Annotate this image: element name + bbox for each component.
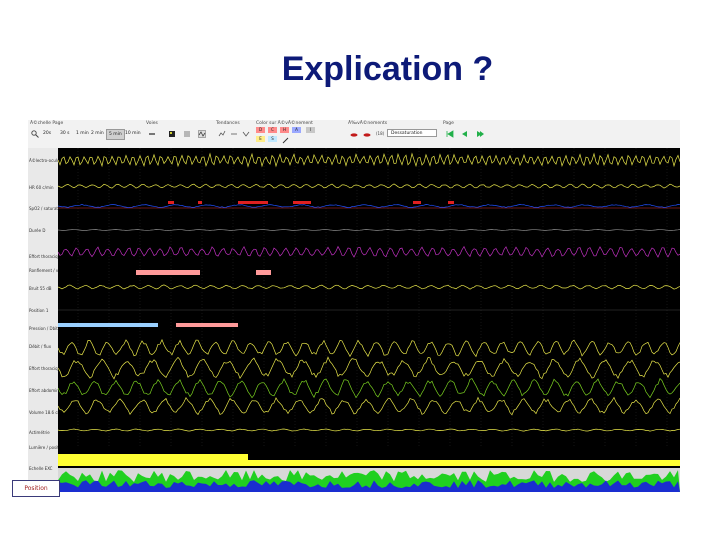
event-color-swatch-5[interactable]: I: [306, 127, 315, 133]
channels-color-icon[interactable]: [168, 130, 176, 138]
group-label-scale: Ã©chelle Page: [30, 121, 64, 126]
polysomnography-viewer: Ã©chelle Page Voies Tendances Color sur …: [28, 120, 680, 492]
viewer-toolbar: Ã©chelle Page Voies Tendances Color sur …: [28, 120, 680, 149]
event-bar: [58, 323, 158, 327]
scale-30s-button[interactable]: 30 s: [58, 129, 72, 138]
page-first-icon[interactable]: [446, 130, 454, 138]
event-bar: [136, 270, 200, 275]
event-type-select[interactable]: Dessaturation: [387, 129, 437, 137]
event-color-swatch-7[interactable]: S: [268, 136, 277, 142]
event-color-swatch-3[interactable]: H: [280, 127, 289, 133]
channel-label: Durée D: [29, 228, 46, 233]
desaturation-mark: [413, 201, 421, 204]
desaturation-mark: [168, 201, 174, 204]
event-bar: [176, 323, 238, 327]
edit-pencil-icon[interactable]: [282, 136, 290, 144]
channels-montage-icon[interactable]: [198, 130, 206, 138]
group-label-page: Page: [443, 121, 454, 126]
scale-20s-button[interactable]: 20s: [41, 129, 53, 138]
channel-label-column: Ã©lectro-oculogramme HR 60 c/min SpO2 / sa…: [28, 148, 83, 492]
page-next-icon[interactable]: [476, 130, 484, 138]
search-icon[interactable]: [31, 130, 39, 138]
group-label-event-color: Color sur Ã©vÃ©nement: [256, 121, 313, 126]
event-color-swatch-6[interactable]: E: [256, 136, 265, 142]
position-band: [58, 454, 248, 466]
channel-label: Débit / flux: [29, 344, 52, 349]
event-next-icon[interactable]: [363, 131, 371, 139]
event-count: (18): [376, 131, 385, 136]
scale-10min-button[interactable]: 10 min: [123, 129, 143, 138]
scale-2min-button[interactable]: 2 min: [89, 129, 106, 138]
channel-label: Bruit 55 dB: [29, 286, 52, 291]
group-label-trends: Tendances: [216, 121, 240, 126]
position-button[interactable]: Position: [12, 480, 60, 497]
channels-add-icon[interactable]: [148, 130, 156, 138]
channels-grid-icon[interactable]: [183, 130, 191, 138]
trend-icon-1[interactable]: [218, 130, 226, 138]
event-color-swatch-1[interactable]: D: [256, 127, 265, 133]
plot-background: [58, 148, 680, 492]
channel-label: HR 60 c/min: [29, 185, 54, 190]
trend-icon-2[interactable]: [230, 130, 238, 138]
position-band: [248, 460, 680, 466]
desaturation-mark: [448, 201, 454, 204]
event-color-swatch-2[interactable]: C: [268, 127, 277, 133]
page-prev-icon[interactable]: [460, 130, 468, 138]
desaturation-mark: [293, 201, 311, 204]
slide-title: Explication ?: [281, 50, 494, 88]
group-label-events: Ã‰vÃ©nements: [348, 121, 388, 126]
channel-label: Actimétrie: [29, 430, 50, 435]
event-bar: [256, 270, 271, 275]
event-color-swatch-4[interactable]: A: [292, 127, 301, 133]
channel-label: Echelle EXC: [29, 466, 53, 471]
scale-5min-button[interactable]: 5 min: [106, 129, 125, 140]
group-label-channels: Voies: [146, 121, 158, 126]
channel-label: Volume 18.6 cm: [29, 410, 62, 415]
signal-plot-area[interactable]: [58, 148, 680, 492]
event-prev-icon[interactable]: [350, 131, 358, 139]
channel-label: Position 1: [29, 308, 49, 313]
trend-icon-3[interactable]: [242, 130, 250, 138]
desaturation-mark: [198, 201, 202, 204]
desaturation-mark: [238, 201, 268, 204]
